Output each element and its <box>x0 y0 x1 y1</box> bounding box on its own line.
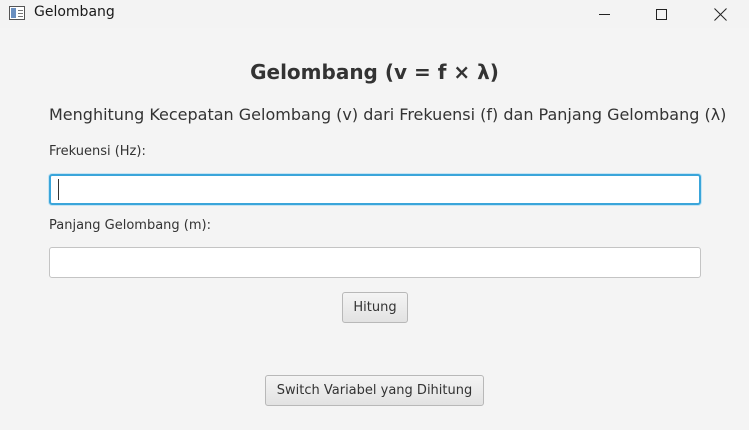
app-window-icon <box>9 6 25 20</box>
text-caret <box>58 179 59 200</box>
wavelength-input[interactable] <box>49 247 701 278</box>
wavelength-label: Panjang Gelombang (m): <box>49 218 211 233</box>
maximize-icon <box>655 8 667 20</box>
page-subtitle: Menghitung Kecepatan Gelombang (v) dari … <box>49 105 727 124</box>
minimize-button[interactable] <box>581 0 627 28</box>
maximize-button[interactable] <box>638 0 684 28</box>
page-title: Gelombang (v = f × λ) <box>250 60 499 84</box>
frequency-label: Frekuensi (Hz): <box>49 144 146 159</box>
title-bar: Gelombang <box>0 0 749 28</box>
switch-variable-button[interactable]: Switch Variabel yang Dihitung <box>265 375 484 406</box>
close-icon <box>714 8 727 21</box>
close-button[interactable] <box>697 0 743 28</box>
frequency-input[interactable] <box>49 174 701 205</box>
calculate-button[interactable]: Hitung <box>342 292 408 323</box>
minimize-icon <box>598 13 610 15</box>
window-title: Gelombang <box>34 4 115 20</box>
